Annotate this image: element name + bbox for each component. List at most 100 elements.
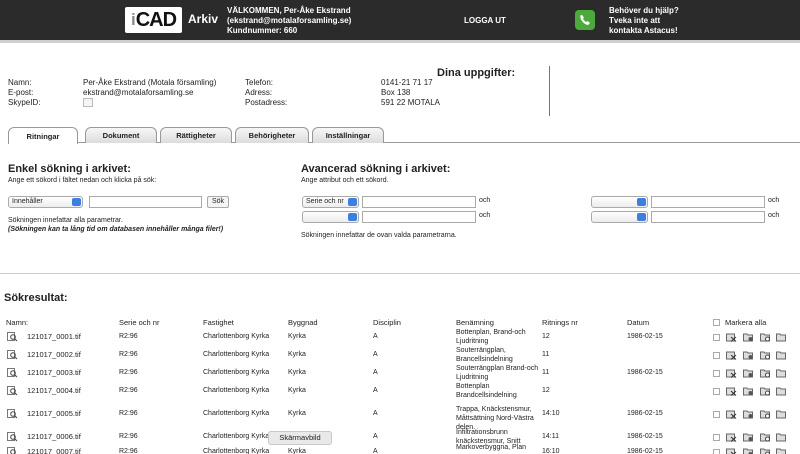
folder-info-icon[interactable] [760, 447, 771, 454]
preview-icon[interactable] [7, 332, 18, 342]
advanced-input-4[interactable] [651, 211, 765, 223]
folder-info-icon[interactable] [760, 409, 771, 419]
delete-file-icon[interactable] [726, 386, 737, 396]
folder-info-icon[interactable] [760, 350, 771, 360]
preview-icon[interactable] [7, 350, 18, 360]
advanced-input-1[interactable] [362, 196, 476, 208]
byggnad: Kyrka [288, 448, 306, 454]
fastighet: Charlottenborg Kyrka [203, 433, 270, 440]
help-text: Behöver du hjälp? Tveka inte att kontakt… [609, 6, 679, 36]
column-header-datum[interactable]: Datum [627, 318, 649, 327]
column-header-fastighet[interactable]: Fastighet [203, 318, 234, 327]
column-header-benamning[interactable]: Benämning [456, 318, 494, 327]
file-name[interactable]: 121017_0001.tif [27, 332, 81, 341]
simple-search-note: Sökningen innefattar alla parametrar. [8, 217, 123, 224]
advanced-input-3[interactable] [362, 211, 476, 223]
folder-add-icon[interactable] [743, 432, 754, 442]
file-name[interactable]: 121017_0007.tif [27, 447, 81, 454]
folder-icon[interactable] [776, 409, 787, 419]
advanced-attr-select-4[interactable] [591, 211, 648, 223]
table-row: 121017_0003.tif R2:96 Charlottenborg Kyrka… [0, 365, 800, 383]
file-name[interactable]: 121017_0004.tif [27, 386, 81, 395]
och-label: och [768, 212, 780, 219]
help-line: Behöver du hjälp? [609, 6, 679, 15]
serie-nr: R2:96 [119, 387, 138, 394]
delete-file-icon[interactable] [726, 409, 737, 419]
folder-icon[interactable] [776, 386, 787, 396]
column-header-markera-alla[interactable]: Markera alla [725, 318, 766, 327]
tab-behorigheter[interactable]: Behörigheter [235, 127, 309, 143]
folder-icon[interactable] [776, 368, 787, 378]
preview-icon[interactable] [7, 368, 18, 378]
file-name[interactable]: 121017_0005.tif [27, 409, 81, 418]
tab-dokument[interactable]: Dokument [85, 127, 157, 143]
folder-add-icon[interactable] [743, 368, 754, 378]
row-checkbox[interactable] [713, 434, 720, 441]
folder-icon[interactable] [776, 332, 787, 342]
benamning-line: Souterrängplan, [456, 347, 506, 354]
advanced-attr-select-1[interactable]: Serie och nr [302, 196, 359, 208]
logout-link[interactable]: LOGGA UT [464, 16, 506, 25]
advanced-attr-select-2[interactable] [591, 196, 648, 208]
folder-add-icon[interactable] [743, 386, 754, 396]
ritnings-nr: 11 [542, 351, 550, 358]
folder-add-icon[interactable] [743, 409, 754, 419]
folder-info-icon[interactable] [760, 368, 771, 378]
tab-installningar[interactable]: Inställningar [312, 127, 384, 143]
delete-file-icon[interactable] [726, 350, 737, 360]
chevron-down-icon [72, 198, 81, 206]
folder-info-icon[interactable] [760, 386, 771, 396]
file-name[interactable]: 121017_0006.tif [27, 432, 81, 441]
folder-add-icon[interactable] [743, 332, 754, 342]
advanced-attr-select-3[interactable] [302, 211, 359, 223]
row-checkbox[interactable] [713, 449, 720, 454]
row-checkbox[interactable] [713, 370, 720, 377]
delete-file-icon[interactable] [726, 368, 737, 378]
preview-icon[interactable] [7, 386, 18, 396]
delete-file-icon[interactable] [726, 332, 737, 342]
benamning-line: Bottenplan [456, 383, 490, 390]
delete-file-icon[interactable] [726, 447, 737, 454]
folder-add-icon[interactable] [743, 350, 754, 360]
select-all-checkbox[interactable] [713, 319, 720, 326]
serie-nr: R2:96 [119, 369, 138, 376]
folder-add-icon[interactable] [743, 447, 754, 454]
user-address: Box 138 [381, 88, 411, 97]
row-checkbox[interactable] [713, 334, 720, 341]
column-header-serie[interactable]: Serie och nr [119, 318, 159, 327]
folder-icon[interactable] [776, 447, 787, 454]
advanced-input-2[interactable] [651, 196, 765, 208]
select-value: Serie och nr [306, 198, 344, 205]
preview-icon[interactable] [7, 432, 18, 442]
folder-icon[interactable] [776, 350, 787, 360]
skype-checkbox[interactable] [83, 98, 93, 108]
folder-info-icon[interactable] [760, 432, 771, 442]
row-checkbox[interactable] [713, 411, 720, 418]
simple-search-select[interactable]: Innehåller [8, 196, 83, 208]
column-header-namn[interactable]: Namn: [6, 318, 28, 327]
preview-icon[interactable] [7, 447, 18, 454]
table-row: 121017_0004.tif R2:96 Charlottenborg Kyrka… [0, 383, 800, 401]
icad-logo[interactable]: i CAD [125, 7, 182, 33]
folder-info-icon[interactable] [760, 332, 771, 342]
folder-icon[interactable] [776, 432, 787, 442]
preview-icon[interactable] [7, 409, 18, 419]
delete-file-icon[interactable] [726, 432, 737, 442]
row-checkbox[interactable] [713, 352, 720, 359]
column-header-disciplin[interactable]: Disciplin [373, 318, 401, 327]
row-checkbox[interactable] [713, 388, 720, 395]
byggnad: Kyrka [288, 410, 306, 417]
benamning-line: Trappa, Knäckstensmur, [456, 406, 532, 413]
column-header-ritningsnr[interactable]: Ritnings nr [542, 318, 578, 327]
file-name[interactable]: 121017_0003.tif [27, 368, 81, 377]
advanced-search-title: Avancerad sökning i arkivet: [301, 163, 451, 175]
tab-rattigheter[interactable]: Rättigheter [160, 127, 232, 143]
ritnings-nr: 16:10 [542, 448, 560, 454]
simple-search-input[interactable] [89, 196, 202, 208]
column-header-byggnad[interactable]: Byggnad [288, 318, 318, 327]
fastighet: Charlottenborg Kyrka [203, 387, 270, 394]
user-postal: 591 22 MOTALA [381, 98, 440, 107]
file-name[interactable]: 121017_0002.tif [27, 350, 81, 359]
tab-ritningar[interactable]: Ritningar [8, 127, 78, 144]
simple-search-button[interactable]: Sök [207, 196, 230, 208]
